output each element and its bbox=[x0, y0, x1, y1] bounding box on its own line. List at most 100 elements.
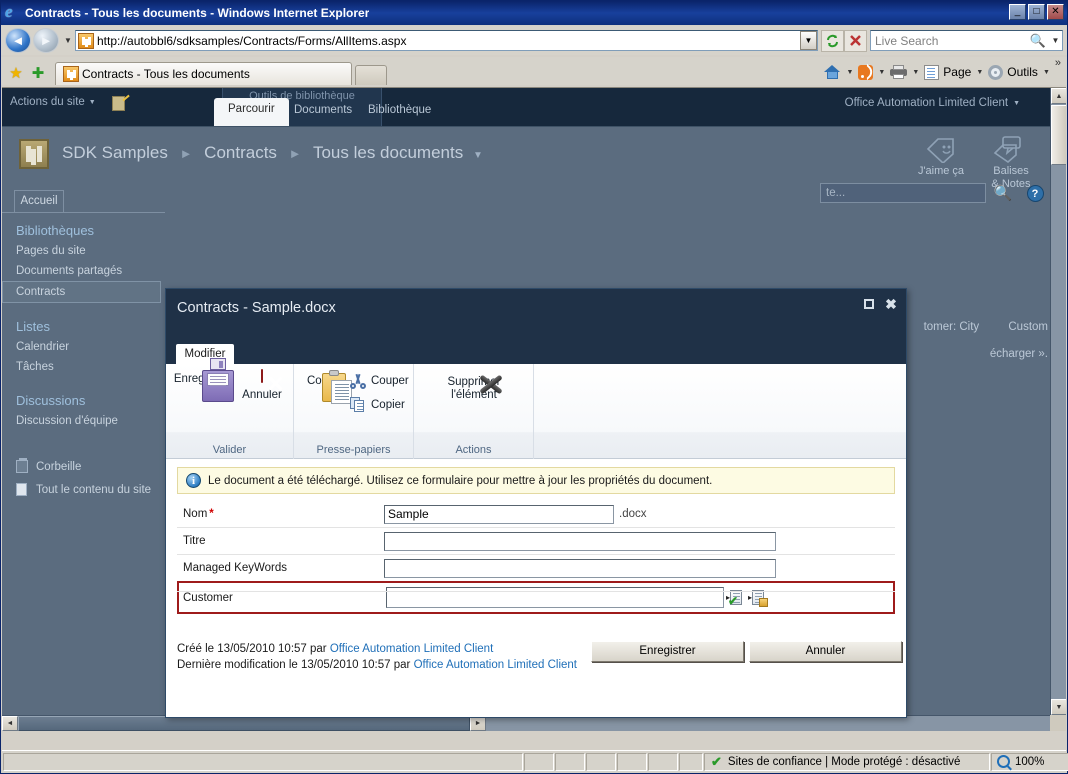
live-search-box[interactable]: Live Search 🔍 ▼ bbox=[870, 30, 1063, 51]
navigate-up-edit-icon[interactable] bbox=[112, 94, 130, 112]
cut-button[interactable]: Couper bbox=[350, 373, 409, 389]
security-zone-indicator[interactable]: ✔ Sites de confiance | Mode protégé : dé… bbox=[704, 752, 990, 771]
page-icon bbox=[924, 64, 940, 80]
nav-heading-listes[interactable]: Listes bbox=[2, 303, 165, 337]
breadcrumb-view[interactable]: Tous les documents bbox=[313, 143, 463, 162]
close-button[interactable]: ✕ bbox=[1047, 4, 1064, 20]
feeds-caret-icon[interactable]: ▼ bbox=[878, 69, 885, 76]
sidebar-item-taches[interactable]: Tâches bbox=[2, 357, 165, 377]
overflow-chevron-icon[interactable]: » bbox=[1055, 57, 1061, 69]
titre-input[interactable] bbox=[384, 531, 776, 551]
search-icon[interactable]: 🔍 bbox=[1027, 33, 1049, 49]
copy-icon bbox=[350, 397, 366, 413]
feeds-button[interactable] bbox=[856, 61, 875, 83]
dialog-ribbon: Enregistrer Annuler Valider Coller bbox=[166, 358, 906, 459]
scroll-left-arrow-icon[interactable]: ◄ bbox=[2, 716, 18, 731]
address-dropdown-icon[interactable]: ▼ bbox=[800, 31, 817, 50]
new-tab-button[interactable] bbox=[355, 65, 387, 85]
dialog-restore-button[interactable] bbox=[862, 297, 876, 311]
vertical-scroll-thumb[interactable] bbox=[1051, 105, 1066, 165]
zoom-indicator[interactable]: 100% ▼ bbox=[991, 752, 1068, 771]
created-by-link[interactable]: Office Automation Limited Client bbox=[330, 643, 493, 655]
nav-heading-bibliotheques[interactable]: Bibliothèques bbox=[2, 213, 165, 241]
nav-heading-discussions[interactable]: Discussions bbox=[2, 377, 165, 411]
form-row-managed-keywords: Managed KeyWords bbox=[177, 555, 895, 582]
column-header-customer-city[interactable]: tomer: City bbox=[924, 321, 980, 333]
home-caret-icon[interactable]: ▼ bbox=[846, 69, 853, 76]
sharepoint-search-input[interactable]: te... bbox=[820, 183, 986, 203]
nom-input[interactable] bbox=[384, 504, 614, 524]
recent-pages-caret-icon[interactable]: ▼ bbox=[61, 30, 75, 52]
maximize-button[interactable]: □ bbox=[1028, 4, 1045, 20]
sharepoint-search-icon[interactable]: 🔍 bbox=[986, 184, 1020, 202]
sharepoint-search-placeholder: te... bbox=[826, 187, 846, 199]
window-controls: _ □ ✕ bbox=[1009, 4, 1064, 20]
print-caret-icon[interactable]: ▼ bbox=[912, 69, 919, 76]
forward-button[interactable]: ► bbox=[33, 28, 59, 53]
page-menu-button[interactable]: Page bbox=[922, 61, 973, 83]
user-menu[interactable]: Office Automation Limited Client ▼ bbox=[845, 97, 1020, 109]
ribbon-group-valider: Enregistrer Annuler Valider bbox=[166, 358, 294, 459]
column-header-customer[interactable]: Custom bbox=[1008, 321, 1048, 333]
back-button[interactable]: ◄ bbox=[5, 28, 31, 53]
minimize-button[interactable]: _ bbox=[1009, 4, 1026, 20]
breadcrumb-site[interactable]: SDK Samples bbox=[62, 143, 168, 162]
dialog-close-button[interactable]: ✖ bbox=[884, 297, 898, 311]
print-button[interactable] bbox=[888, 61, 909, 83]
sidebar-item-calendrier[interactable]: Calendrier bbox=[2, 337, 165, 357]
library-column-headers: tomer: City Custom bbox=[898, 321, 1048, 333]
breadcrumb-separator-icon: ► bbox=[179, 146, 193, 161]
modified-by-link[interactable]: Office Automation Limited Client bbox=[414, 659, 577, 671]
tools-caret-icon[interactable]: ▼ bbox=[1043, 69, 1050, 76]
page-vertical-scrollbar[interactable]: ▲ ▼ bbox=[1050, 88, 1066, 715]
favorites-center-icon[interactable]: ★ bbox=[5, 61, 27, 85]
paste-button[interactable]: Coller bbox=[300, 370, 352, 404]
horizontal-scroll-thumb[interactable] bbox=[18, 716, 470, 731]
sidebar-item-corbeille[interactable]: Corbeille bbox=[2, 457, 165, 480]
label-nom: Nom * bbox=[177, 508, 384, 520]
browser-tab[interactable]: Contracts - Tous les documents bbox=[55, 62, 352, 85]
tools-menu-button[interactable]: Outils bbox=[986, 61, 1040, 83]
tab-parcourir[interactable]: Parcourir bbox=[214, 98, 289, 126]
sidebar-item-documents-partages[interactable]: Documents partagés bbox=[2, 261, 165, 281]
form-row-titre: Titre bbox=[177, 528, 895, 555]
tags-notes-icon bbox=[980, 135, 1042, 165]
breadcrumb-library[interactable]: Contracts bbox=[204, 143, 277, 162]
search-provider-caret-icon[interactable]: ▼ bbox=[1049, 36, 1062, 45]
refresh-button[interactable] bbox=[821, 29, 844, 52]
stop-button[interactable] bbox=[844, 29, 867, 52]
dialog-save-button[interactable]: Enregistrer bbox=[591, 641, 744, 662]
save-button[interactable]: Enregistrer bbox=[172, 358, 234, 402]
dialog-window-controls: ✖ bbox=[862, 297, 898, 311]
cancel-button[interactable]: Annuler bbox=[236, 369, 288, 402]
page-caret-icon[interactable]: ▼ bbox=[976, 69, 983, 76]
breadcrumb-view-caret-icon[interactable]: ▼ bbox=[473, 150, 483, 161]
scroll-right-arrow-icon[interactable]: ► bbox=[470, 716, 486, 731]
sidebar-item-contracts[interactable]: Contracts bbox=[2, 281, 161, 303]
sidebar-item-pages-du-site[interactable]: Pages du site bbox=[2, 241, 165, 261]
zoom-magnifier-icon bbox=[997, 755, 1010, 768]
copy-button[interactable]: Copier bbox=[350, 397, 405, 413]
like-button[interactable]: J'aime ça bbox=[910, 135, 972, 178]
sidebar-item-discussion-equipe[interactable]: Discussion d'équipe bbox=[2, 411, 165, 431]
delete-item-button[interactable]: Supprimer l'élément bbox=[428, 370, 520, 402]
managed-keywords-input[interactable] bbox=[384, 558, 776, 578]
add-to-favorites-icon[interactable]: ✚ bbox=[27, 61, 49, 85]
status-message-cell bbox=[3, 752, 523, 771]
sidebar-item-tout-le-contenu[interactable]: Tout le contenu du site bbox=[2, 480, 165, 503]
label-nom-text: Nom bbox=[183, 508, 208, 520]
scroll-down-arrow-icon[interactable]: ▼ bbox=[1051, 699, 1066, 715]
help-button[interactable]: ? bbox=[1020, 184, 1050, 202]
scroll-up-arrow-icon[interactable]: ▲ bbox=[1051, 88, 1066, 104]
tab-bibliotheque[interactable]: Bibliothèque bbox=[354, 100, 445, 126]
site-title-area: SDK Samples ► Contracts ► Tous les docum… bbox=[2, 126, 1050, 190]
dialog-cancel-button[interactable]: Annuler bbox=[749, 641, 902, 662]
address-input[interactable]: http://autobbl6/sdksamples/Contracts/For… bbox=[75, 30, 818, 51]
ribbon-group-label-valider: Valider bbox=[212, 444, 247, 456]
created-prefix: Créé le bbox=[177, 643, 215, 655]
like-tag-icon bbox=[910, 135, 972, 165]
site-actions-menu[interactable]: Actions du site ▼ bbox=[10, 96, 96, 108]
status-cell-3 bbox=[586, 752, 616, 771]
sidebar-item-accueil[interactable]: Accueil bbox=[14, 190, 64, 212]
home-button[interactable] bbox=[822, 61, 843, 83]
